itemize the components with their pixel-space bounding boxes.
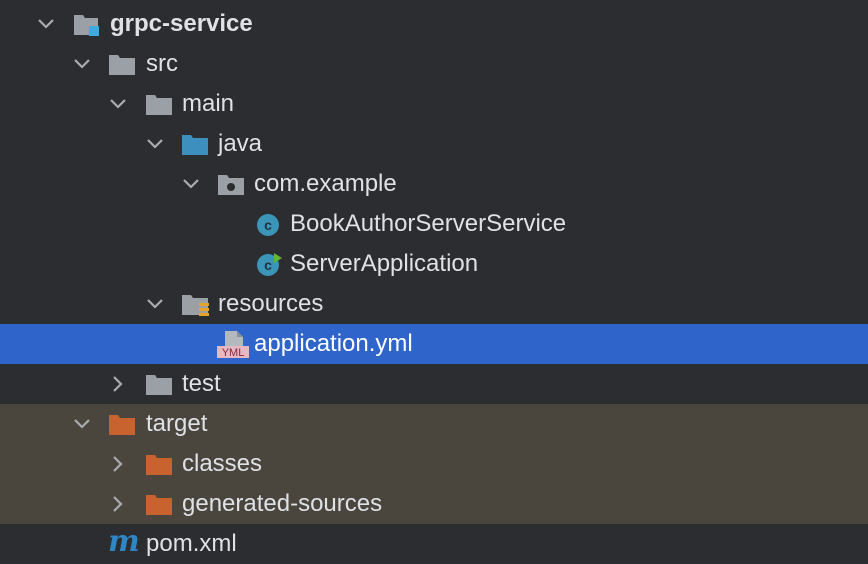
tree-node-src[interactable]: src: [0, 44, 868, 84]
tree-label: main: [182, 90, 235, 117]
chevron-down-icon[interactable]: [108, 94, 128, 114]
tree-label: test: [182, 370, 221, 397]
chevron-down-icon[interactable]: [145, 294, 165, 314]
tree-node-classes[interactable]: classes: [0, 444, 868, 484]
tree-label: BookAuthorServerService: [290, 210, 567, 237]
tree-node-class[interactable]: c ServerApplication: [0, 244, 868, 284]
chevron-down-icon[interactable]: [72, 54, 92, 74]
chevron-down-icon[interactable]: [72, 414, 92, 434]
tree-label: ServerApplication: [290, 250, 479, 277]
tree-label: pom.xml: [146, 530, 237, 557]
tree-node-generated-sources[interactable]: generated-sources: [0, 484, 868, 524]
tree-node-pom-xml[interactable]: m pom.xml: [0, 524, 868, 564]
runnable-class-icon: c: [257, 253, 282, 276]
folder-icon: [109, 55, 135, 75]
chevron-down-icon[interactable]: [36, 14, 56, 34]
excluded-folder-icon: [109, 415, 135, 435]
maven-icon: m: [108, 524, 140, 559]
tree-label: com.example: [254, 170, 397, 197]
tree-label: src: [146, 50, 178, 77]
excluded-folder-icon: [146, 495, 172, 515]
excluded-folder-icon: [146, 455, 172, 475]
chevron-right-icon[interactable]: [108, 454, 128, 474]
chevron-down-icon[interactable]: [181, 174, 201, 194]
class-icon: c: [257, 214, 279, 236]
tree-label: resources: [218, 290, 324, 317]
folder-icon: [146, 375, 172, 395]
package-icon: [218, 175, 244, 195]
tree-label: generated-sources: [182, 490, 383, 517]
tree-node-main[interactable]: main: [0, 84, 868, 124]
source-folder-icon: [182, 135, 208, 155]
tree-node-class[interactable]: c BookAuthorServerService: [0, 204, 868, 244]
svg-text:c: c: [264, 217, 272, 233]
tree-node-resources[interactable]: resources: [0, 284, 868, 324]
tree-node-application-yml[interactable]: YML application.yml: [0, 324, 868, 364]
svg-text:c: c: [264, 257, 272, 273]
tree-label: classes: [182, 450, 263, 477]
tree-label: application.yml: [254, 330, 413, 357]
tree-label: java: [218, 130, 263, 157]
chevron-down-icon[interactable]: [145, 134, 165, 154]
folder-icon: [146, 95, 172, 115]
project-tree: grpc-service src main java com.example c…: [0, 0, 868, 564]
tree-node-com-example[interactable]: com.example: [0, 164, 868, 204]
tree-label: grpc-service: [110, 10, 253, 37]
tree-label: target: [146, 410, 208, 437]
chevron-right-icon[interactable]: [108, 494, 128, 514]
module-folder-icon: [74, 15, 99, 36]
tree-node-test[interactable]: test: [0, 364, 868, 404]
tree-node-grpc-service[interactable]: grpc-service: [0, 4, 868, 44]
resources-folder-icon: [182, 295, 209, 316]
tree-node-java[interactable]: java: [0, 124, 868, 164]
yml-icon-text: YML: [222, 347, 245, 358]
chevron-right-icon[interactable]: [108, 374, 128, 394]
tree-node-target[interactable]: target: [0, 404, 868, 444]
yml-file-icon: YML: [217, 331, 249, 358]
